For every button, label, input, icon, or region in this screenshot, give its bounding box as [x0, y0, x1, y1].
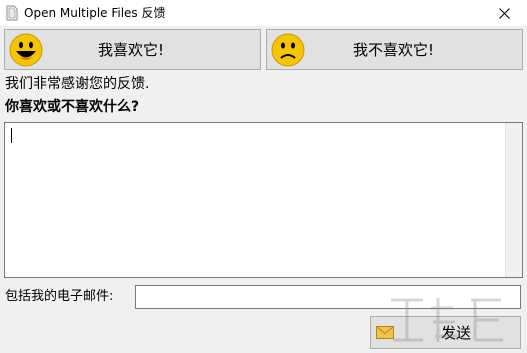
- like-button-label: 我喜欢它!: [98, 41, 165, 59]
- like-button[interactable]: 我喜欢它!: [4, 29, 261, 70]
- sad-face-icon: [271, 33, 305, 67]
- text-caret: [11, 128, 12, 143]
- close-button[interactable]: [481, 0, 527, 26]
- vertical-scrollbar[interactable]: [505, 123, 522, 277]
- dislike-button-label: 我不喜欢它!: [353, 41, 435, 59]
- title-bar: Open Multiple Files 反馈: [0, 0, 527, 26]
- watermark-logo: [391, 298, 503, 342]
- close-icon: [498, 7, 510, 19]
- happy-face-icon: [9, 33, 43, 67]
- thanks-text: 我们非常感谢您的反馈.: [5, 76, 150, 92]
- question-heading: 你喜欢或不喜欢什么?: [5, 99, 140, 115]
- document-icon: [6, 5, 18, 21]
- dislike-button[interactable]: 我不喜欢它!: [266, 29, 523, 70]
- window-title: Open Multiple Files 反馈: [24, 6, 166, 20]
- feedback-textarea[interactable]: [4, 122, 523, 278]
- email-label: 包括我的电子邮件:: [5, 289, 114, 304]
